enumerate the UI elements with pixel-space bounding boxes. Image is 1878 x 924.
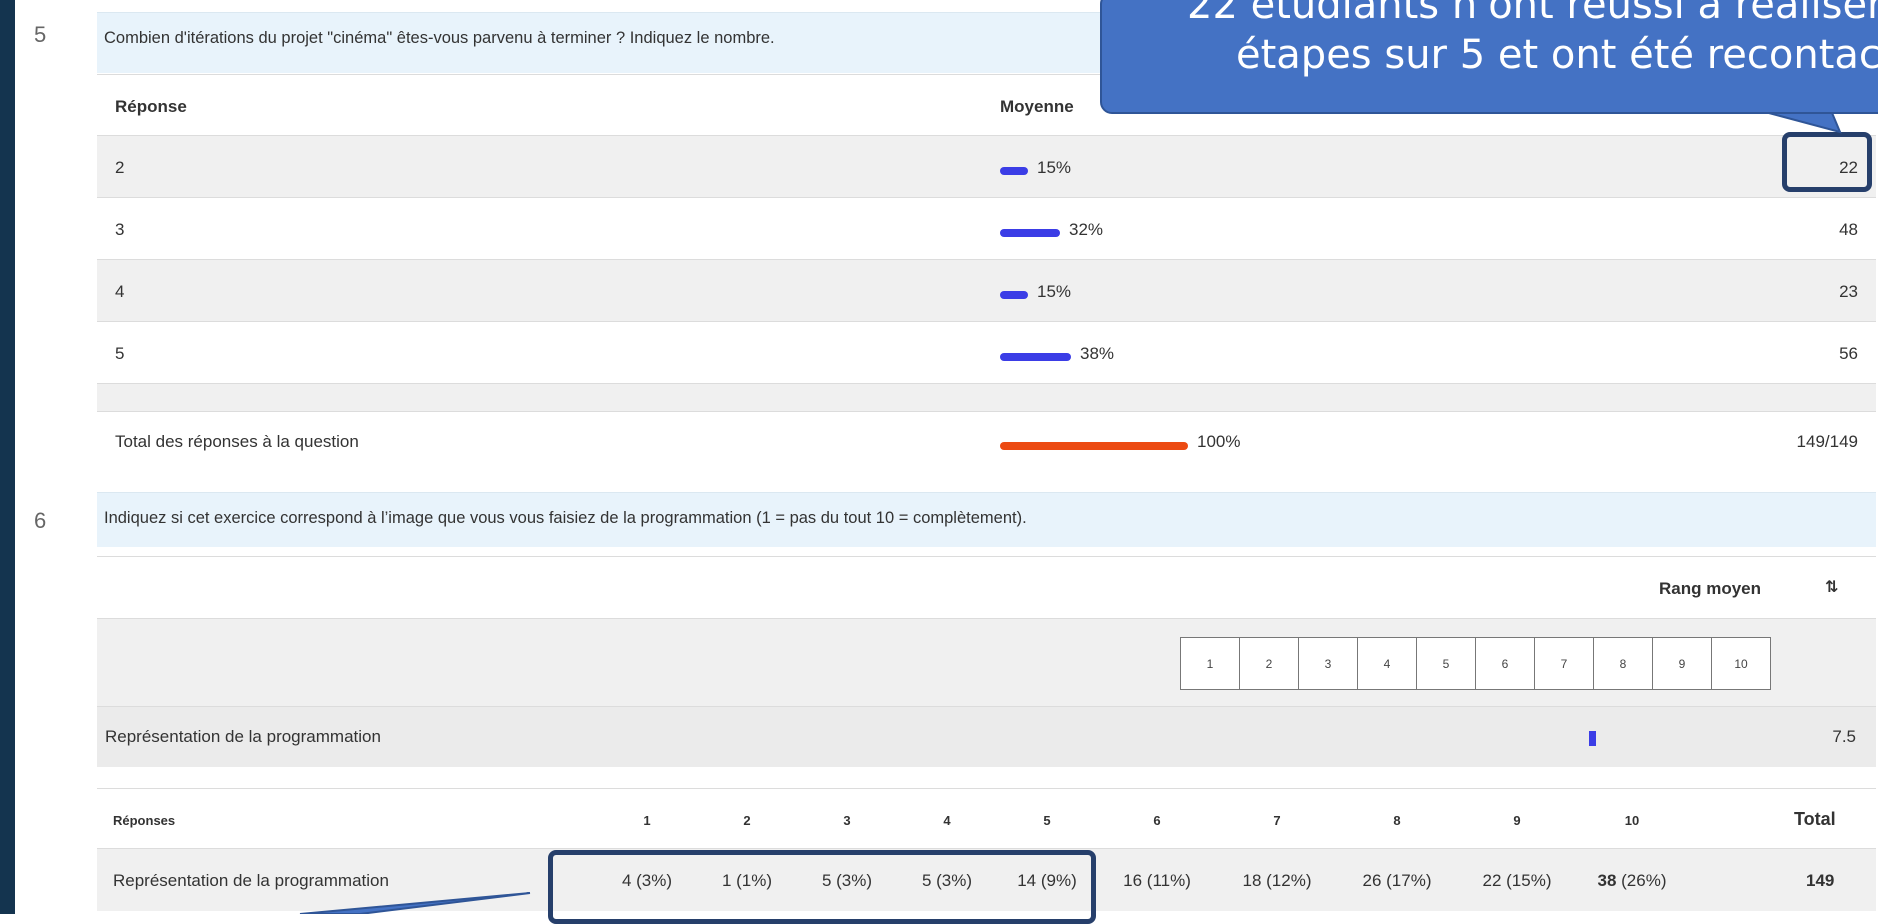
- annotation-pointers: [299, 107, 1842, 914]
- callout-line-1: 22 étudiants n'ont réussi à réaliser d: [1187, 0, 1878, 28]
- callout-pointer-bottom: [299, 892, 531, 914]
- callout-line-2: étapes sur 5 et ont été recontacté: [1236, 32, 1878, 78]
- annotation-callout: 22 étudiants n'ont réussi à réaliser d é…: [1100, 0, 1878, 114]
